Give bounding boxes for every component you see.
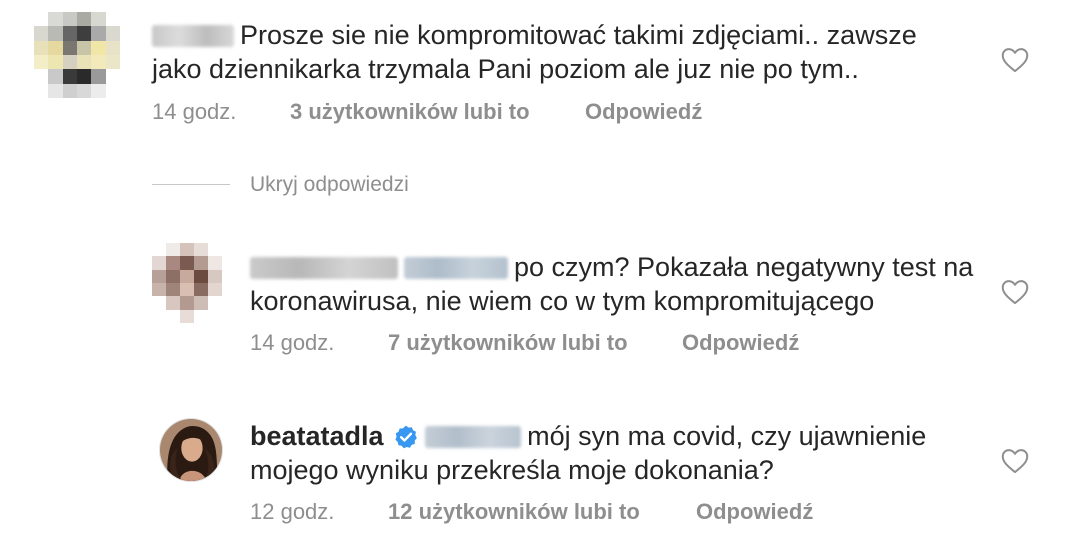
heart-outline-icon[interactable] [1001,47,1029,73]
heart-outline-icon[interactable] [1001,279,1029,305]
beatatadla-avatar[interactable] [159,418,223,482]
reply-body: po czym? Pokazała negatywny test na koro… [250,250,980,318]
comment-body: Prosze sie nie kompromitować takimi zdję… [152,18,972,86]
blurred-mention[interactable] [404,257,508,279]
comment-text: Prosze sie nie kompromitować takimi zdję… [152,20,917,84]
blurred-username[interactable] [152,25,234,47]
reply-button[interactable]: Odpowiedź [682,330,799,355]
reply-button[interactable]: Odpowiedź [696,499,813,524]
commenter-avatar[interactable] [34,12,120,98]
blurred-username[interactable] [250,257,398,279]
hide-replies-button[interactable]: Ukryj odpowiedzi [250,173,409,197]
timestamp[interactable]: 14 godz. [152,99,236,124]
reply-avatar[interactable] [152,243,222,323]
timestamp[interactable]: 12 godz. [250,499,334,524]
reply-button[interactable]: Odpowiedź [585,99,702,124]
verified-badge-icon [395,425,417,449]
likes-count[interactable]: 12 użytkowników lubi to [388,499,640,524]
comment-meta: 14 godz. [152,99,236,125]
timestamp[interactable]: 14 godz. [250,330,334,355]
reply-body: beatatadla mój syn ma covid, czy ujawnie… [250,419,980,487]
profile-photo [160,419,222,481]
heart-outline-icon[interactable] [1001,448,1029,474]
likes-count[interactable]: 3 użytkowników lubi to [290,99,530,124]
replies-divider [152,184,230,185]
likes-count[interactable]: 7 użytkowników lubi to [388,330,628,355]
blurred-mention[interactable] [425,426,522,448]
username[interactable]: beatatadla [250,421,384,451]
